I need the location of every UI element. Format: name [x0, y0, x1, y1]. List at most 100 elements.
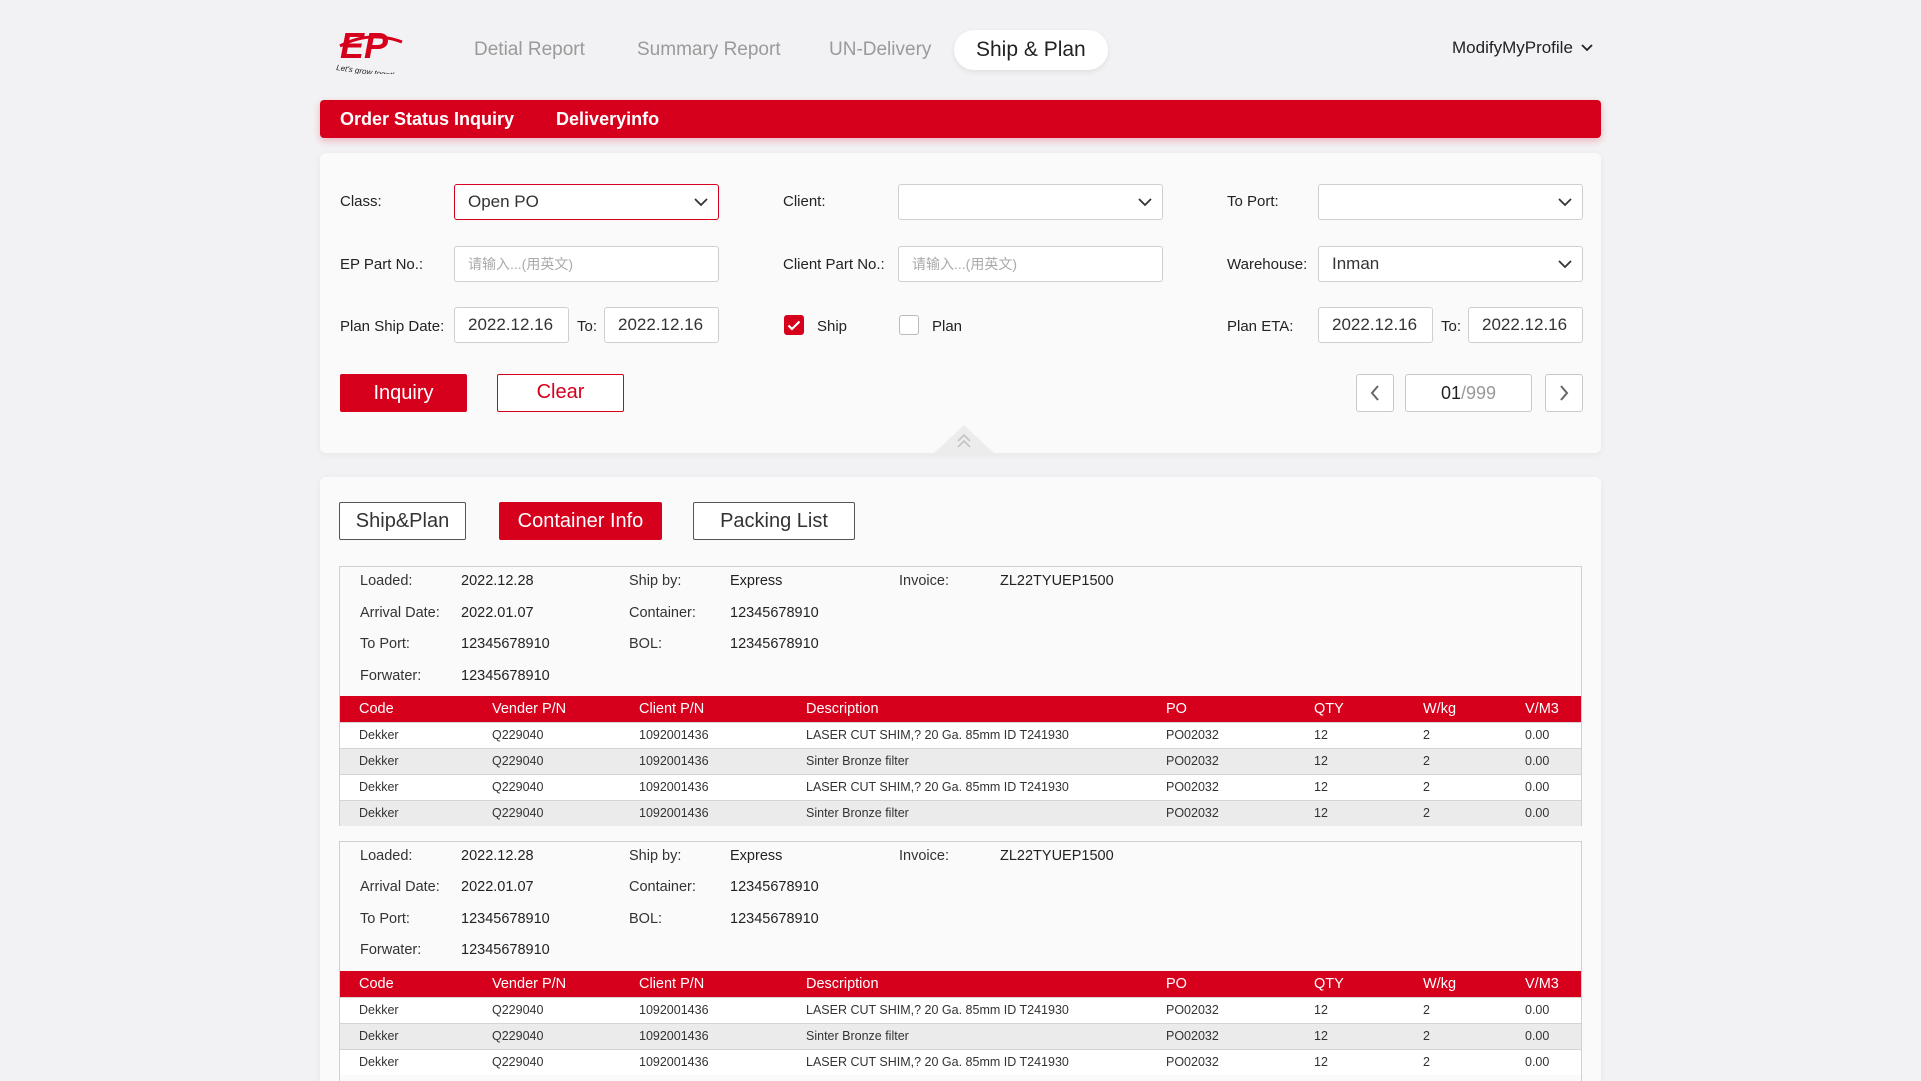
plan-eta-from-input[interactable]: 2022.12.16	[1318, 307, 1433, 343]
client-select[interactable]	[898, 184, 1163, 220]
tab-ship-plan[interactable]: Ship&Plan	[339, 502, 466, 540]
chevron-down-icon	[1558, 247, 1572, 281]
col-weight[interactable]: W/kg	[1404, 971, 1506, 997]
page-current: 01	[1440, 383, 1461, 403]
ep-part-input[interactable]: 请输入...(用英文)	[454, 246, 719, 282]
nav-tab-summary-report[interactable]: Summary Report	[637, 30, 781, 70]
cell-client-pn: 1092001436	[620, 773, 787, 800]
class-select[interactable]: Open PO	[454, 184, 719, 220]
cell-po: PO02032	[1147, 1048, 1295, 1075]
invoice-label: Invoice:	[899, 573, 949, 589]
container-label: Container:	[629, 605, 696, 621]
forwater-value: 12345678910	[461, 668, 550, 684]
loaded-label: Loaded:	[360, 848, 413, 864]
cell-qty: 12	[1295, 773, 1404, 800]
plan-ship-to-input[interactable]: 2022.12.16	[604, 307, 719, 343]
class-value: Open PO	[468, 192, 539, 211]
table-row[interactable]: Dekker Q229040 1092001436 LASER CUT SHIM,? …	[340, 721, 1581, 748]
warehouse-select[interactable]: Inman	[1318, 246, 1583, 282]
table-row[interactable]: Dekker Q229040 1092001436 Sinter Bronze fil…	[340, 799, 1581, 826]
cell-weight: 2	[1404, 1048, 1506, 1075]
col-qty[interactable]: QTY	[1295, 971, 1404, 997]
col-vender-pn[interactable]: Vender P/N	[473, 696, 620, 722]
cell-po: PO02032	[1147, 996, 1295, 1023]
cell-weight: 2	[1404, 996, 1506, 1023]
tab-packing-list[interactable]: Packing List	[693, 502, 855, 540]
col-volume[interactable]: V/M3	[1506, 696, 1581, 722]
nav-tab-detail-report[interactable]: Detial Report	[474, 30, 585, 70]
col-code[interactable]: Code	[340, 971, 473, 997]
client-part-label: Client Part No.:	[783, 256, 885, 273]
nav-tab-ship-plan[interactable]: Ship & Plan	[954, 30, 1108, 70]
cell-client-pn: 1092001436	[620, 721, 787, 748]
container-card: Loaded: 2022.12.28 Arrival Date: 2022.01…	[339, 566, 1582, 826]
cell-vender-pn: Q229040	[473, 773, 620, 800]
cell-client-pn: 1092001436	[620, 747, 787, 774]
tab-container-info[interactable]: Container Info	[499, 502, 662, 540]
container-items-table: Code Vender P/N Client P/N Description P…	[340, 696, 1581, 826]
col-weight[interactable]: W/kg	[1404, 696, 1506, 722]
col-vender-pn[interactable]: Vender P/N	[473, 971, 620, 997]
bol-label: BOL:	[629, 911, 663, 927]
col-volume[interactable]: V/M3	[1506, 971, 1581, 997]
ship-checkbox[interactable]	[784, 315, 804, 335]
col-code[interactable]: Code	[340, 696, 473, 722]
subnav-order-status-inquiry[interactable]: Order Status Inquiry	[340, 109, 514, 130]
subnav-deliveryinfo[interactable]: Deliveryinfo	[556, 109, 659, 130]
sub-nav-bar: Order Status Inquiry Deliveryinfo	[320, 100, 1601, 138]
col-description[interactable]: Description	[787, 696, 1147, 722]
col-client-pn[interactable]: Client P/N	[620, 696, 787, 722]
table-row[interactable]: Dekker Q229040 1092001436 Sinter Bronze fil…	[340, 1022, 1581, 1049]
cell-qty: 12	[1295, 1048, 1404, 1075]
cell-qty: 12	[1295, 799, 1404, 826]
table-row[interactable]: Dekker Q229040 1092001436 Sinter Bronze fil…	[340, 747, 1581, 774]
arrival-date-label: Arrival Date:	[360, 605, 440, 621]
col-po[interactable]: PO	[1147, 971, 1295, 997]
arrival-date-value: 2022.01.07	[461, 605, 534, 621]
container-value: 12345678910	[730, 605, 819, 621]
cell-volume: 0.00	[1506, 1048, 1581, 1075]
chevron-down-icon	[1558, 185, 1572, 219]
cell-po: PO02032	[1147, 721, 1295, 748]
plan-ship-from-input[interactable]: 2022.12.16	[454, 307, 569, 343]
next-page-button[interactable]	[1545, 374, 1583, 412]
to-port-label: To Port:	[1227, 193, 1279, 210]
col-client-pn[interactable]: Client P/N	[620, 971, 787, 997]
clear-button[interactable]: Clear	[497, 374, 624, 412]
cell-qty: 12	[1295, 1022, 1404, 1049]
to-port-select[interactable]	[1318, 184, 1583, 220]
nav-tab-un-delivery[interactable]: UN-Delivery	[829, 30, 931, 70]
bol-value: 12345678910	[730, 911, 819, 927]
cell-po: PO02032	[1147, 773, 1295, 800]
col-description[interactable]: Description	[787, 971, 1147, 997]
profile-menu[interactable]: ModifyMyProfile	[1452, 38, 1593, 58]
table-row[interactable]: Dekker Q229040 1092001436 LASER CUT SHIM,? …	[340, 1048, 1581, 1075]
plan-eta-to-input[interactable]: 2022.12.16	[1468, 307, 1583, 343]
collapse-filter-toggle[interactable]	[933, 424, 995, 454]
cell-client-pn: 1092001436	[620, 996, 787, 1023]
client-label: Client:	[783, 193, 826, 210]
invoice-value: ZL22TYUEP1500	[1000, 848, 1114, 864]
client-part-input[interactable]: 请输入...(用英文)	[898, 246, 1163, 282]
to-port-value: 12345678910	[461, 911, 550, 927]
ep-logo[interactable]: EP Let's grow together	[336, 25, 408, 81]
col-po[interactable]: PO	[1147, 696, 1295, 722]
warehouse-value: Inman	[1332, 254, 1380, 273]
chevron-down-icon	[1138, 185, 1152, 219]
warehouse-label: Warehouse:	[1227, 256, 1308, 273]
table-row[interactable]: Dekker Q229040 1092001436 LASER CUT SHIM,? …	[340, 996, 1581, 1023]
cell-description: LASER CUT SHIM,? 20 Ga. 85mm ID T241930	[787, 996, 1147, 1023]
table-row[interactable]: Dekker Q229040 1092001436 LASER CUT SHIM,? …	[340, 773, 1581, 800]
cell-code: Dekker	[340, 799, 473, 826]
cell-description: LASER CUT SHIM,? 20 Ga. 85mm ID T241930	[787, 773, 1147, 800]
cell-vender-pn: Q229040	[473, 996, 620, 1023]
inquiry-button[interactable]: Inquiry	[340, 374, 467, 412]
page-indicator[interactable]: 01/999	[1405, 374, 1532, 412]
prev-page-button[interactable]	[1356, 374, 1394, 412]
plan-checkbox[interactable]	[899, 315, 919, 335]
bol-value: 12345678910	[730, 636, 819, 652]
cell-weight: 2	[1404, 1022, 1506, 1049]
cell-description: LASER CUT SHIM,? 20 Ga. 85mm ID T241930	[787, 1048, 1147, 1075]
cell-code: Dekker	[340, 996, 473, 1023]
col-qty[interactable]: QTY	[1295, 696, 1404, 722]
